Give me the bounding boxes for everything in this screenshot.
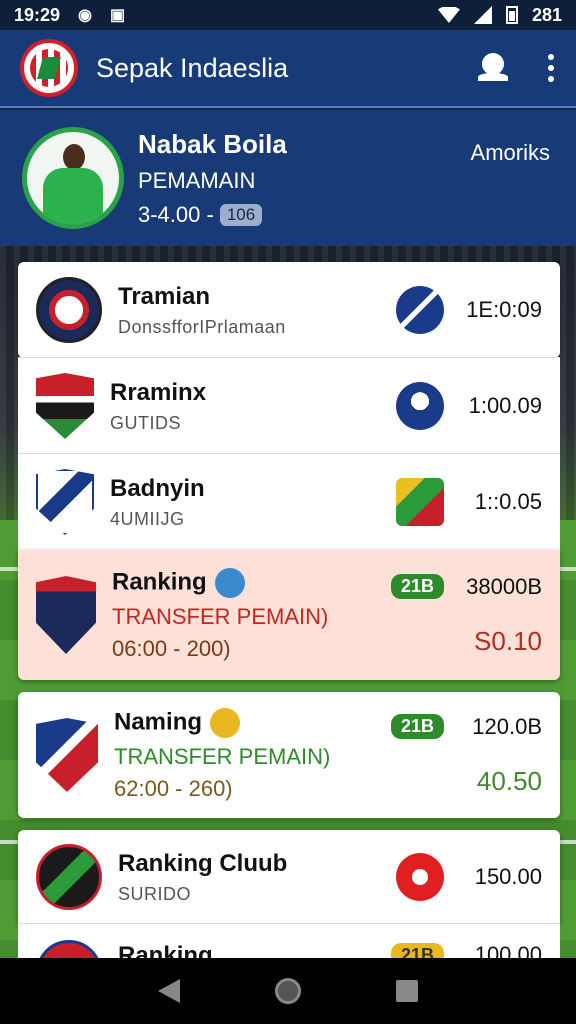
item-tag: 21B	[390, 714, 444, 739]
photo-icon: ▣	[110, 7, 126, 24]
signal-icon	[473, 6, 492, 24]
item-subtitle: TRANSFER PEMAIN)	[114, 744, 331, 769]
club-mini-icon	[214, 568, 245, 598]
item-big-value: S0.10	[474, 625, 542, 656]
player-stats-badge: 106	[219, 203, 263, 226]
status-time: 19:29	[14, 4, 61, 25]
club-crest-icon	[36, 718, 98, 792]
item-value: 1E:0:09	[466, 297, 542, 322]
player-role: PEMAMAIN	[138, 167, 256, 193]
back-icon[interactable]	[157, 979, 180, 1003]
item-subtitle: SURIDO	[118, 883, 192, 904]
list-item[interactable]: Ranking Cluub SURIDO 150.00	[18, 830, 560, 924]
club-crest-icon	[36, 277, 102, 343]
mascot-icon	[396, 478, 444, 526]
list-item[interactable]: Naming TRANSFER PEMAIN) 62:00 - 260) 21B…	[18, 692, 560, 818]
item-title: Ranking	[112, 568, 391, 598]
item-value: 120.0B	[472, 713, 542, 739]
item-value: 100.00	[474, 942, 542, 958]
app-bar: Sepak Indaeslia	[0, 30, 576, 108]
item-tag: 21B	[390, 574, 444, 599]
search-icon[interactable]	[476, 51, 510, 85]
item-title-text: Ranking	[112, 568, 207, 596]
item-subtitle: DonssfforIPrlamaan	[118, 316, 286, 337]
player-stats: 3-4.00 - 106	[138, 202, 287, 228]
list-item[interactable]: Badnyin 4UMIIJG 1::0.05	[18, 454, 560, 550]
notification-icon: ◉	[78, 7, 93, 24]
club-crest-icon	[36, 844, 102, 910]
wifi-icon	[437, 7, 460, 23]
item-tag: 21B	[390, 942, 444, 958]
player-country: Amoriks	[470, 140, 550, 165]
player-profile-header[interactable]: Nabak Boila PEMAMAIN 3-4.00 - 106 Amorik…	[0, 110, 576, 246]
item-title: Ranking Cluub	[118, 849, 288, 877]
item-subtitle: GUTIDS	[110, 412, 182, 433]
list-item[interactable]: Tramian DonssfforIPrlamaan 1E:0:09	[18, 262, 560, 358]
item-range: 06:00 - 200)	[112, 636, 231, 661]
club-crest-icon	[36, 373, 94, 439]
item-title: Ranking	[118, 942, 213, 958]
item-value: 1:00.09	[468, 393, 542, 418]
item-title: Badnyin	[110, 474, 205, 502]
user-icon	[396, 382, 444, 430]
item-title: Tramian	[118, 282, 211, 310]
battery-level: 281	[531, 4, 562, 25]
list-item[interactable]: Ranking 21B 100.00	[18, 924, 560, 958]
item-big-value: 40.50	[476, 765, 542, 796]
system-nav-bar	[0, 958, 576, 1024]
item-title: Naming	[114, 708, 391, 738]
club-crest-icon	[36, 469, 94, 535]
item-range: 62:00 - 260)	[114, 776, 233, 801]
app-title: Sepak Indaeslia	[96, 52, 289, 83]
item-subtitle: TRANSFER PEMAIN)	[112, 604, 329, 629]
player-avatar	[22, 127, 124, 229]
item-subtitle: 4UMIIJG	[110, 508, 185, 529]
battery-icon	[505, 6, 518, 24]
club-mini-icon	[210, 708, 241, 738]
player-name: Nabak Boila	[138, 128, 287, 159]
home-icon[interactable]	[274, 978, 301, 1004]
item-value: 150.00	[474, 864, 542, 889]
location-icon	[396, 853, 444, 901]
item-value: 38000B	[466, 573, 542, 599]
ball-icon	[396, 286, 444, 334]
club-crest-icon	[36, 576, 96, 654]
player-stats-value: 3-4.00 -	[138, 201, 214, 227]
item-title: Rraminx	[110, 378, 207, 406]
ranking-list: Tramian DonssfforIPrlamaan 1E:0:09 Rrami…	[14, 256, 564, 958]
item-value: 1::0.05	[474, 489, 542, 514]
more-vert-icon[interactable]	[548, 54, 556, 82]
app-logo	[20, 39, 78, 97]
list-item-highlighted[interactable]: Ranking TRANSFER PEMAIN) 06:00 - 200) 21…	[18, 550, 560, 680]
recents-icon[interactable]	[396, 980, 419, 1002]
item-title-text: Naming	[114, 708, 203, 736]
status-bar: 19:29 ◉ ▣ 281	[0, 0, 576, 30]
list-item[interactable]: Rraminx GUTIDS 1:00.09	[18, 358, 560, 454]
club-crest-icon	[36, 940, 102, 958]
